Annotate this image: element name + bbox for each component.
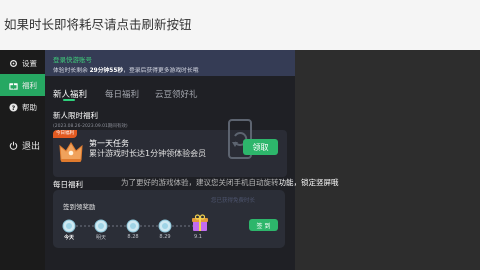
tab-cloud-beans[interactable]: 云豆领好礼 [155, 88, 198, 100]
exit-button[interactable]: 退出 [0, 134, 45, 156]
coin-icon [62, 219, 76, 233]
day-item: 8.28 [126, 218, 140, 240]
daily-section-title: 每日福利 [53, 180, 83, 189]
remaining-suffix: ，登录后获得更多游戏时长哦 [123, 68, 199, 74]
login-link[interactable]: 登录快游账号 [53, 54, 92, 64]
today-badge: 今日福利 [53, 130, 77, 138]
svg-text:?: ? [11, 104, 15, 111]
day-label: 9.1 [194, 234, 202, 240]
day-label: 8.29 [159, 234, 171, 240]
welfare-panel: 登录快游账号 体验时长剩余 29分钟55秒，登录后获得更多游戏时长哦 新人福利 … [45, 50, 295, 270]
day-item: 明天 [94, 218, 108, 241]
claim-button[interactable]: 领取 [243, 139, 278, 155]
help-icon: ? [8, 102, 18, 112]
tab-daily[interactable]: 每日福利 [105, 88, 139, 100]
day-label: 明天 [95, 235, 106, 241]
rotation-tip-part1: 为了更好的游戏体验，建议您关闭手机自动旋转 [121, 178, 279, 187]
sidebar: 设置 福利 ? 帮助 退出 [0, 50, 45, 270]
sidebar-item-label: 帮助 [22, 102, 37, 112]
day-item: 9.1 [191, 214, 208, 240]
sidebar-item-settings[interactable]: 设置 [0, 52, 45, 74]
remaining-prefix: 体验时长剩余 [53, 68, 90, 74]
sign-in-button[interactable]: 签 到 [249, 219, 278, 231]
task-description: 累计游戏时长达1分钟领体验会员 [89, 149, 207, 158]
tab-indicator [63, 99, 75, 101]
crown-icon [58, 140, 84, 168]
rotation-tip-part2: 功能，锁定竖屏哦 [278, 178, 339, 187]
day-label: 今天 [63, 235, 74, 241]
coin-icon [94, 219, 108, 233]
day-item: 8.29 [158, 218, 172, 240]
day-label: 8.28 [127, 234, 139, 240]
gear-icon [8, 58, 18, 68]
sidebar-item-label: 设置 [22, 58, 37, 68]
sidebar-item-help[interactable]: ? 帮助 [0, 96, 45, 118]
top-banner: 如果时长即将耗尽请点击刷新按钮 [0, 0, 480, 50]
coin-icon [126, 219, 140, 233]
remaining-value: 29分钟55秒 [89, 68, 124, 74]
newbie-section-title: 新人限时福利 [53, 111, 98, 120]
coin-icon [158, 219, 172, 233]
faint-overlay-text: 您已获得免费时长 [211, 198, 256, 204]
power-icon [8, 140, 18, 150]
gift-icon [8, 80, 18, 90]
sidebar-item-label: 福利 [22, 80, 37, 90]
day-item: 今天 [62, 218, 76, 241]
rotation-tip: 为了更好的游戏体验，建议您关闭手机自动旋转功能，锁定竖屏哦 [121, 177, 339, 188]
exit-label: 退出 [22, 141, 41, 152]
refresh-hint: 如果时长即将耗尽请点击刷新按钮 [4, 17, 192, 32]
remaining-time-text: 体验时长剩余 29分钟55秒，登录后获得更多游戏时长哦 [53, 65, 199, 74]
gift-box-icon [192, 214, 208, 231]
sidebar-item-welfare[interactable]: 福利 [0, 74, 45, 96]
newbie-date-range: (2023.08.26-2023.09.01期间有效) [53, 124, 128, 129]
account-info-strip: 登录快游账号 体验时长剩余 29分钟55秒，登录后获得更多游戏时长哦 [45, 50, 295, 76]
sign-in-title: 签到领奖励 [63, 203, 96, 211]
